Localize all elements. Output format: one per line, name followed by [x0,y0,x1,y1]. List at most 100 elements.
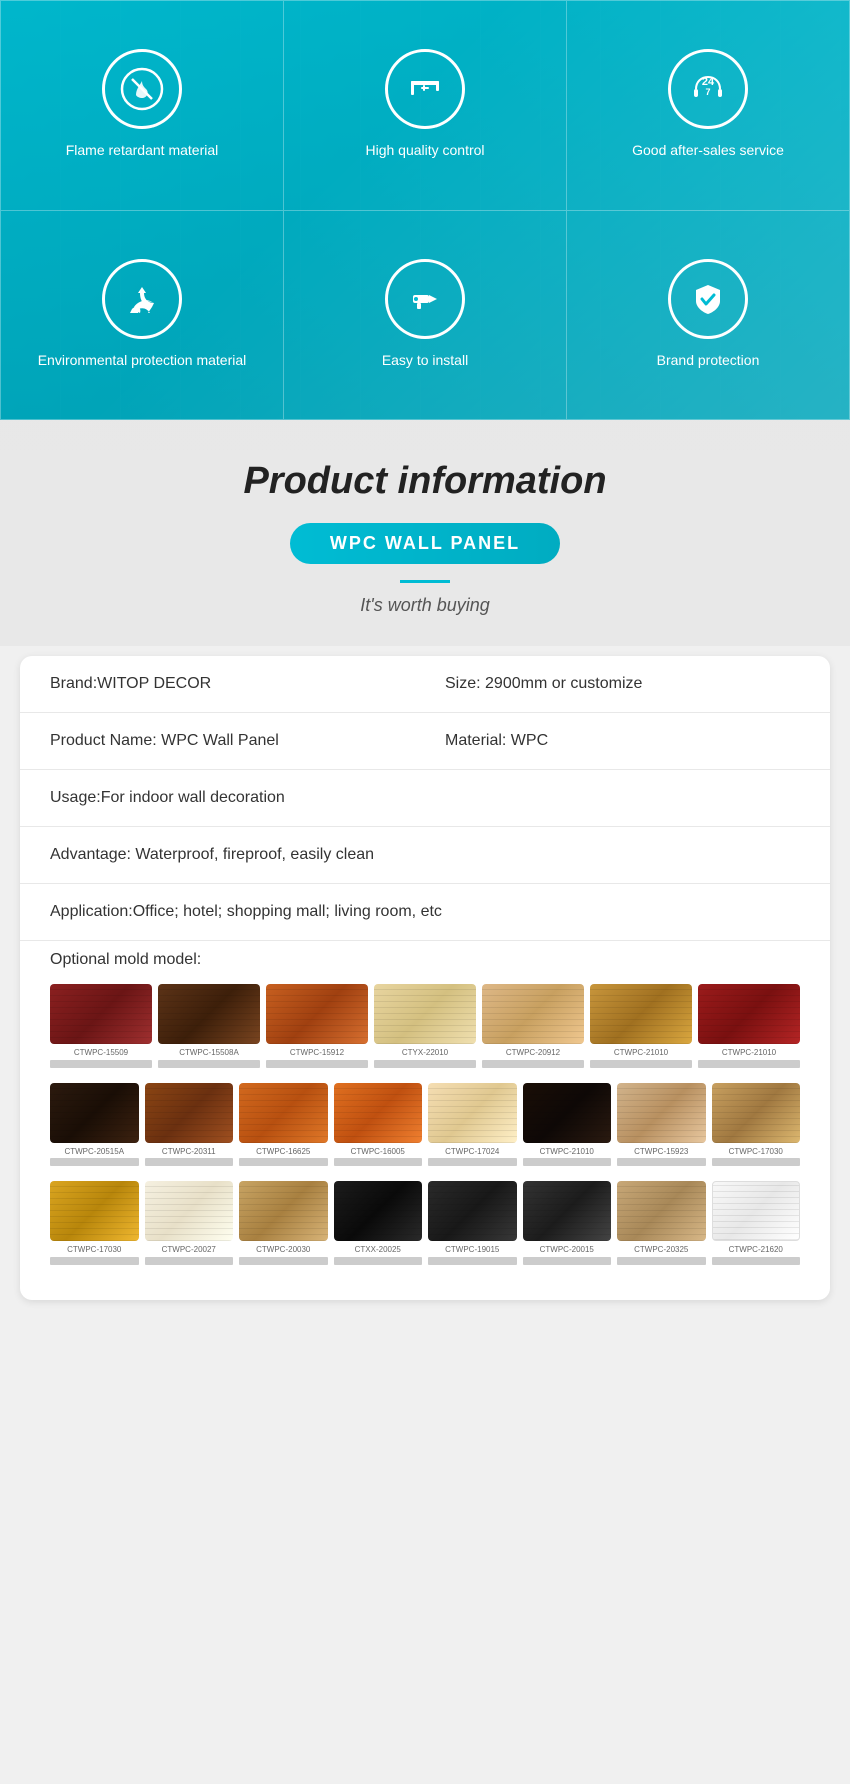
mold-profile [266,1060,368,1068]
mold-image [482,984,584,1044]
mold-code: CTWPC-15923 [634,1147,688,1157]
mold-profile [374,1060,476,1068]
features-grid: Flame retardant material High quality co… [0,0,850,420]
mold-profile [50,1158,139,1166]
svg-text:7: 7 [705,87,710,97]
flame-retardant-icon [102,49,182,129]
mold-image [50,1083,139,1143]
mold-item: CTWPC-20015 [523,1181,612,1265]
mold-profile [617,1158,706,1166]
mold-item: CTWPC-15509 [50,984,152,1068]
mold-profile [712,1257,801,1265]
mold-item: CTWPC-15912 [266,984,368,1068]
mold-item: CTWPC-15508A [158,984,260,1068]
mold-image [334,1181,423,1241]
mold-code: CTWPC-17024 [445,1147,499,1157]
mold-code: CTWPC-17030 [67,1245,121,1255]
mold-item: CTWPC-19015 [428,1181,517,1265]
mold-item: CTWPC-20311 [145,1083,234,1167]
mold-image [523,1083,612,1143]
mold-profile [698,1060,800,1068]
mold-code: CTWPC-20030 [256,1245,310,1255]
mold-item: CTWPC-20027 [145,1181,234,1265]
mold-code: CTWPC-21620 [729,1245,783,1255]
caliper-icon [385,49,465,129]
mold-image [523,1181,612,1241]
drill-icon [385,259,465,339]
mold-profile [712,1158,801,1166]
mold-image [145,1083,234,1143]
mold-code: CTWPC-19015 [445,1245,499,1255]
mold-image [50,1181,139,1241]
mold-profile [145,1158,234,1166]
mold-item: CTWPC-15923 [617,1083,706,1167]
mold-profile [523,1257,612,1265]
mold-code: CTYX-22010 [402,1048,448,1058]
mold-code: CTWPC-20325 [634,1245,688,1255]
mold-image [590,984,692,1044]
material-field: Material: WPC [445,729,800,753]
product-info-section: Product information WPC WALL PANEL It's … [0,420,850,646]
mold-profile [158,1060,260,1068]
brand-field: Brand:WITOP DECOR [50,672,405,696]
mold-profile [239,1158,328,1166]
product-name-field: Product Name: WPC Wall Panel [50,729,405,753]
mold-item: CTWPC-20325 [617,1181,706,1265]
feature-high-quality: High quality control [284,1,567,211]
mold-image [428,1083,517,1143]
easy-install-label: Easy to install [382,351,468,371]
mold-image [50,984,152,1044]
mold-image [712,1083,801,1143]
mold-image [334,1083,423,1143]
mold-profile [50,1257,139,1265]
feature-brand-protection: Brand protection [567,211,850,421]
mold-profile [617,1257,706,1265]
after-sales-label: Good after-sales service [632,141,784,161]
mold-profile [50,1060,152,1068]
mold-row-1: CTWPC-15509 CTWPC-15508A CTWPC-15912 CTY… [50,984,800,1068]
mold-profile [334,1158,423,1166]
mold-item: CTWPC-20030 [239,1181,328,1265]
product-badge: WPC WALL PANEL [290,523,560,564]
mold-profile [590,1060,692,1068]
hero-section: Flame retardant material High quality co… [0,0,850,420]
mold-code: CTWPC-20311 [162,1147,216,1157]
detail-row-advantage: Advantage: Waterproof, fireproof, easily… [20,827,830,884]
mold-item: CTYX-22010 [374,984,476,1068]
detail-row-product-name: Product Name: WPC Wall Panel Material: W… [20,713,830,770]
mold-profile [428,1257,517,1265]
mold-item: CTWPC-21620 [712,1181,801,1265]
feature-after-sales: 24 7 Good after-sales service [567,1,850,211]
detail-row-usage: Usage:For indoor wall decoration [20,770,830,827]
mold-code: CTWPC-20015 [540,1245,594,1255]
mold-item: CTWPC-20515A [50,1083,139,1167]
mold-code: CTWPC-21010 [540,1147,594,1157]
mold-item: CTWPC-17030 [712,1083,801,1167]
mold-profile [239,1257,328,1265]
mold-image [617,1083,706,1143]
mold-item: CTWPC-17024 [428,1083,517,1167]
mold-code: CTWPC-20515A [64,1147,124,1157]
mold-image [239,1181,328,1241]
mold-row-3: CTWPC-17030 CTWPC-20027 CTWPC-20030 CTXX… [50,1181,800,1265]
mold-code: CTWPC-17030 [729,1147,783,1157]
mold-code: CTWPC-20912 [506,1048,560,1058]
headset-icon: 24 7 [668,49,748,129]
high-quality-label: High quality control [365,141,484,161]
mold-image [374,984,476,1044]
mold-item: CTXX-20025 [334,1181,423,1265]
mold-image [239,1083,328,1143]
mold-code: CTWPC-21010 [722,1048,776,1058]
mold-profile [428,1158,517,1166]
mold-code: CTWPC-16625 [256,1147,310,1157]
product-info-title: Product information [20,460,830,503]
detail-row-brand: Brand:WITOP DECOR Size: 2900mm or custom… [20,656,830,713]
mold-item: CTWPC-21010 [523,1083,612,1167]
mold-item: CTWPC-16625 [239,1083,328,1167]
mold-profile [145,1257,234,1265]
mold-profile [482,1060,584,1068]
mold-code: CTWPC-15509 [74,1048,128,1058]
mold-image [698,984,800,1044]
mold-code: CTXX-20025 [355,1245,401,1255]
mold-item: CTWPC-17030 [50,1181,139,1265]
